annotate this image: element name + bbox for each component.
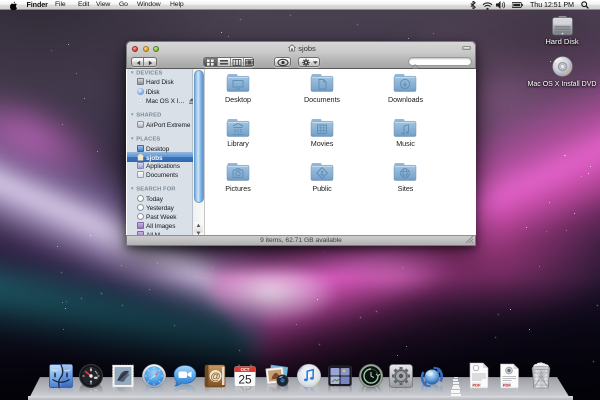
svg-text:PDF: PDF [503, 382, 512, 387]
svg-text:PDF: PDF [472, 382, 481, 387]
svg-text:OCT: OCT [241, 367, 250, 372]
svg-text:25: 25 [239, 373, 253, 387]
svg-text:@: @ [211, 372, 221, 383]
